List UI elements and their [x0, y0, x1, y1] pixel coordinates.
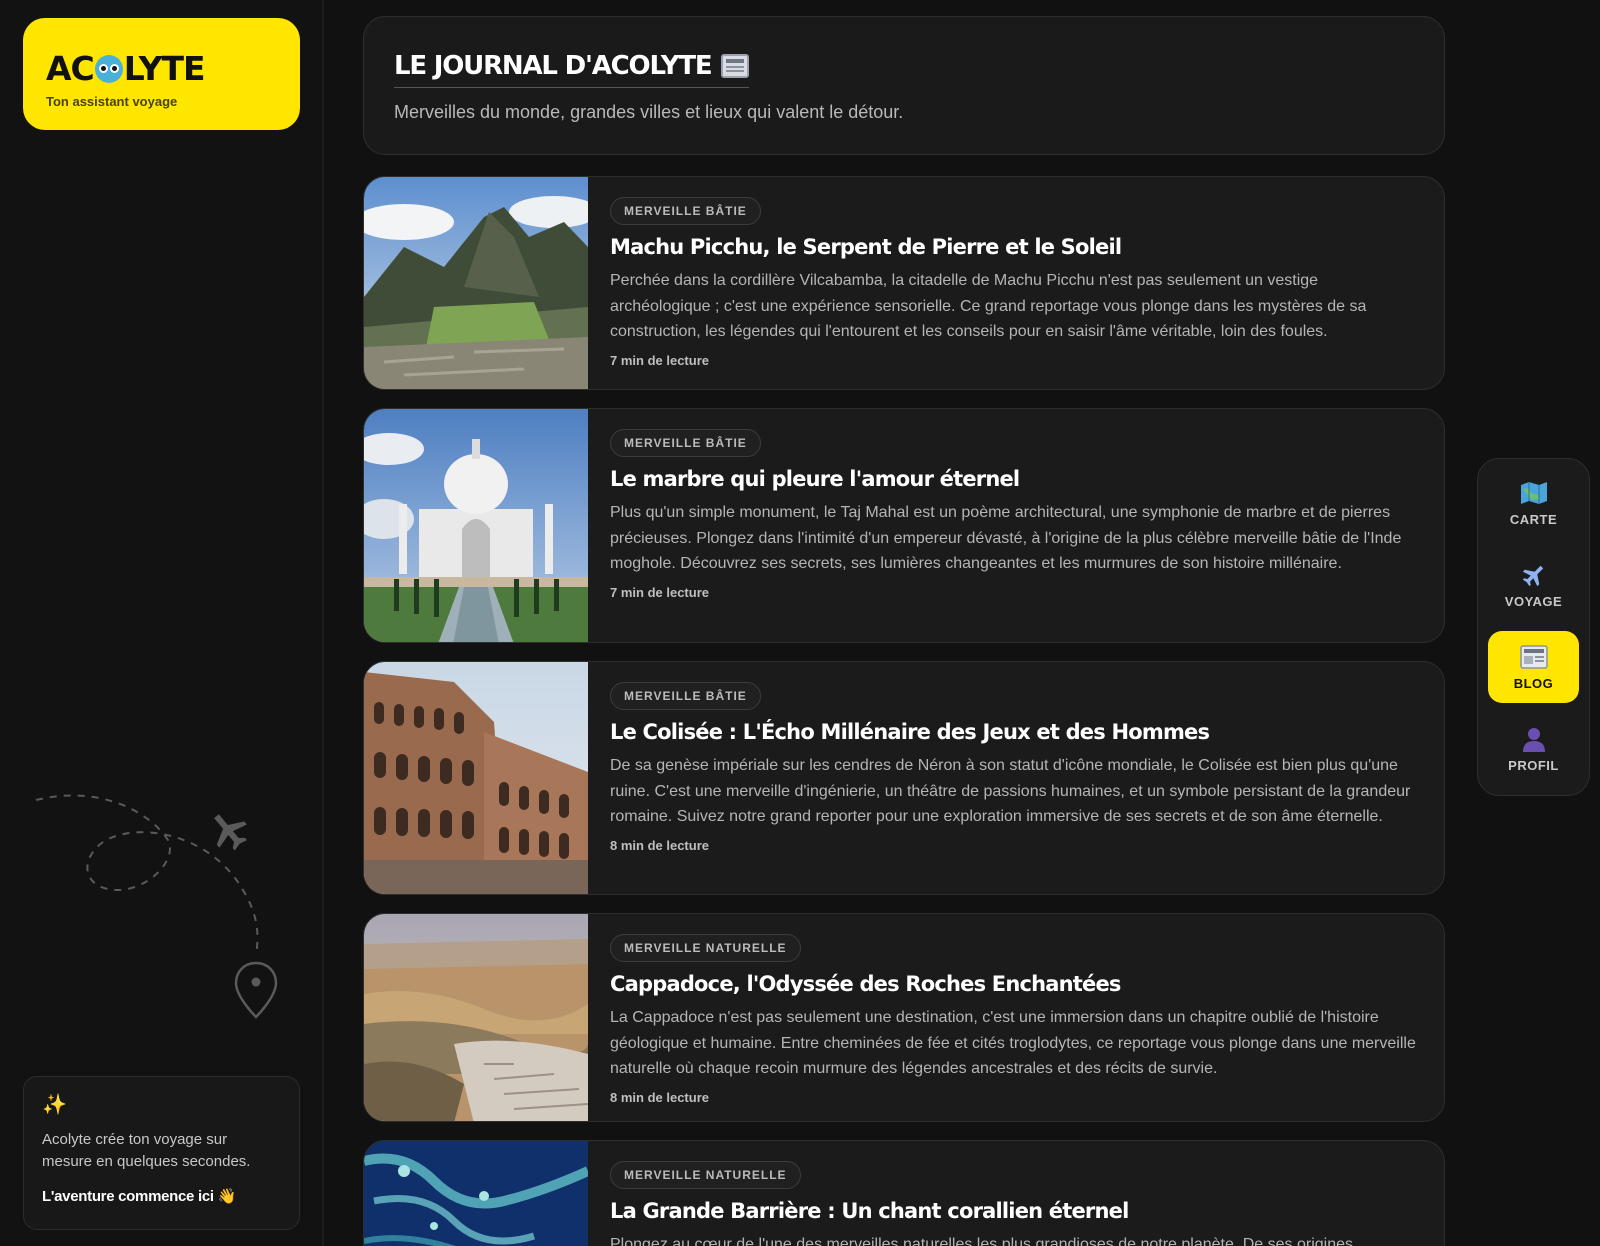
- category-badge: MERVEILLE BÂTIE: [610, 682, 761, 710]
- nav-label: VOYAGE: [1504, 593, 1563, 609]
- article-content: MERVEILLE NATURELLE La Grande Barrière :…: [588, 1141, 1444, 1246]
- nav-item-blog[interactable]: BLOG: [1488, 631, 1579, 703]
- read-time: 7 min de lecture: [610, 584, 709, 600]
- category-badge: MERVEILLE NATURELLE: [610, 1161, 801, 1189]
- article-content: MERVEILLE BÂTIE Machu Picchu, le Serpent…: [588, 177, 1444, 389]
- newspaper-icon: [721, 54, 750, 78]
- map-icon: [1520, 480, 1548, 506]
- flight-path-doodle: [35, 794, 278, 1019]
- article-excerpt: Plongez au cœur de l'une des merveilles …: [610, 1236, 1354, 1246]
- promo-card[interactable]: ✨ Acolyte crée ton voyage sur mesure en …: [23, 1076, 300, 1230]
- read-time: 8 min de lecture: [610, 837, 709, 853]
- article-content: MERVEILLE BÂTIE Le marbre qui pleure l'a…: [588, 409, 1444, 642]
- article-card[interactable]: MERVEILLE BÂTIE Le Colisée : L'Écho Mill…: [363, 661, 1445, 895]
- category-badge: MERVEILLE BÂTIE: [610, 197, 761, 225]
- article-excerpt: La Cappadoce n'est pas seulement une des…: [610, 1009, 1416, 1077]
- article-thumbnail[interactable]: [364, 409, 588, 642]
- main-nav: CARTE VOYAGE BLOG PROFIL: [1477, 458, 1590, 796]
- nav-label: PROFIL: [1508, 757, 1559, 773]
- article-content: MERVEILLE NATURELLE Cappadoce, l'Odyssée…: [588, 914, 1444, 1121]
- read-time: 8 min de lecture: [610, 1089, 709, 1105]
- article-card[interactable]: MERVEILLE BÂTIE Machu Picchu, le Serpent…: [363, 176, 1445, 390]
- page-title: LE JOURNAL D'ACOLYTE: [394, 51, 750, 88]
- nav-label: CARTE: [1509, 511, 1558, 527]
- brand-logo[interactable]: AC LYTE Ton assistant voyage: [23, 18, 300, 130]
- article-thumbnail[interactable]: [364, 177, 588, 389]
- article-card[interactable]: MERVEILLE NATURELLE La Grande Barrière :…: [363, 1140, 1445, 1246]
- promo-cta-link[interactable]: L'aventure commence ici 👋: [42, 1187, 281, 1205]
- article-excerpt: Perchée dans la cordillère Vilcabamba, l…: [610, 272, 1367, 340]
- article-title[interactable]: Le marbre qui pleure l'amour éternel: [610, 467, 1422, 491]
- article-content: MERVEILLE BÂTIE Le Colisée : L'Écho Mill…: [588, 662, 1444, 894]
- app: AC LYTE Ton assistant voyage ✨ Acolyte cr…: [0, 0, 1600, 1246]
- article-card[interactable]: MERVEILLE NATURELLE Cappadoce, l'Odyssée…: [363, 913, 1445, 1122]
- article-card[interactable]: MERVEILLE BÂTIE Le marbre qui pleure l'a…: [363, 408, 1445, 643]
- brand-name: AC LYTE: [46, 49, 206, 88]
- article-excerpt: De sa genèse impériale sur les cendres d…: [610, 757, 1411, 825]
- brand-tagline: Ton assistant voyage: [46, 94, 178, 109]
- article-title[interactable]: La Grande Barrière : Un chant corallien …: [610, 1199, 1422, 1223]
- article-thumbnail[interactable]: [364, 1141, 588, 1246]
- article-title[interactable]: Machu Picchu, le Serpent de Pierre et le…: [610, 235, 1422, 259]
- newspaper-icon: [1519, 644, 1548, 670]
- page-subtitle: Merveilles du monde, grandes villes et l…: [394, 102, 904, 122]
- person-icon: [1520, 726, 1548, 752]
- blog-header: LE JOURNAL D'ACOLYTE Merveilles du monde…: [363, 16, 1445, 155]
- nav-item-profil[interactable]: PROFIL: [1488, 713, 1579, 785]
- read-time: 7 min de lecture: [610, 352, 709, 368]
- article-thumbnail[interactable]: [364, 662, 588, 894]
- sidebar: AC LYTE Ton assistant voyage ✨ Acolyte cr…: [0, 0, 324, 1246]
- article-title[interactable]: Cappadoce, l'Odyssée des Roches Enchanté…: [610, 972, 1422, 996]
- article-title[interactable]: Le Colisée : L'Écho Millénaire des Jeux …: [610, 720, 1422, 744]
- sparkles-icon: ✨: [42, 1094, 67, 1116]
- article-thumbnail[interactable]: [364, 914, 588, 1121]
- promo-text: Acolyte crée ton voyage sur mesure en qu…: [42, 1131, 251, 1170]
- location-pin-icon: [234, 961, 278, 1019]
- category-badge: MERVEILLE BÂTIE: [610, 429, 761, 457]
- category-badge: MERVEILLE NATURELLE: [610, 934, 801, 962]
- nav-item-carte[interactable]: CARTE: [1488, 467, 1579, 539]
- nav-item-voyage[interactable]: VOYAGE: [1488, 549, 1579, 621]
- logo-eyes-icon: [94, 54, 123, 83]
- nav-label: BLOG: [1513, 675, 1554, 691]
- article-excerpt: Plus qu'un simple monument, le Taj Mahal…: [610, 504, 1402, 572]
- airplane-doodle-icon: [214, 814, 247, 851]
- airplane-icon: [1520, 562, 1548, 588]
